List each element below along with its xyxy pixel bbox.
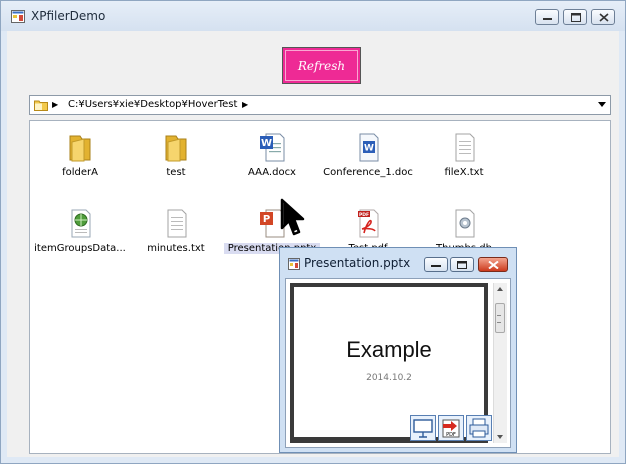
file-item-test[interactable]: test xyxy=(128,127,224,191)
maximize-icon xyxy=(571,13,581,22)
svg-text:P: P xyxy=(263,214,270,225)
file-name: Conference_1.doc xyxy=(323,167,413,178)
folder-icon xyxy=(165,135,187,162)
window-title: XPfilerDemo xyxy=(31,9,106,23)
scroll-up-icon[interactable] xyxy=(497,287,503,291)
preview-title: Presentation.pptx xyxy=(304,256,411,270)
slideshow-icon xyxy=(413,419,433,438)
export-pdf-icon: PDF xyxy=(442,419,460,438)
file-item-foldera[interactable]: folderA xyxy=(32,127,128,191)
database-file-icon xyxy=(455,209,475,238)
chevron-down-icon[interactable] xyxy=(598,102,606,107)
preview-close-button[interactable] xyxy=(478,257,508,272)
file-name: test xyxy=(166,167,186,178)
breadcrumb-arrow-icon[interactable]: ▶ xyxy=(242,100,248,109)
web-file-icon xyxy=(71,209,91,238)
preview-maximize-button[interactable] xyxy=(450,257,474,272)
file-name: folderA xyxy=(62,167,98,178)
print-icon xyxy=(469,418,489,438)
close-icon xyxy=(488,261,499,269)
word-document-icon: W xyxy=(359,133,379,162)
minimize-button[interactable] xyxy=(535,9,559,25)
scroll-down-icon[interactable] xyxy=(497,435,503,439)
app-window-icon xyxy=(11,10,25,23)
pdf-label: PDF xyxy=(446,432,456,438)
app-window-icon xyxy=(288,258,300,270)
slide-date: 2014.10.2 xyxy=(366,373,412,383)
file-name: itemGroupsData... xyxy=(34,243,126,254)
minimize-icon xyxy=(543,18,552,20)
close-icon xyxy=(599,13,609,22)
preview-minimize-button[interactable] xyxy=(424,257,448,272)
preview-scrollbar[interactable] xyxy=(493,283,507,443)
file-name: AAA.docx xyxy=(248,167,296,178)
file-item-filex-txt[interactable]: fileX.txt xyxy=(416,127,512,191)
folder-icon xyxy=(34,100,48,111)
breadcrumb-arrow-icon[interactable]: ▶ xyxy=(52,100,58,109)
pdf-icon: PDF xyxy=(358,209,379,238)
scroll-grip-icon xyxy=(497,315,501,323)
minimize-icon xyxy=(431,265,441,267)
folder-icon xyxy=(69,135,91,162)
address-bar[interactable]: ▶ C:¥Users¥xie¥Desktop¥HoverTest ▶ xyxy=(29,95,611,115)
text-file-icon xyxy=(167,209,187,238)
maximize-button[interactable] xyxy=(563,9,587,25)
refresh-button[interactable]: Refresh xyxy=(282,47,361,84)
title-bar[interactable]: XPfilerDemo xyxy=(1,1,625,31)
svg-text:PDF: PDF xyxy=(359,212,369,218)
slide-title: Example xyxy=(346,337,432,362)
file-item-minutes-txt[interactable]: minutes.txt xyxy=(128,203,224,267)
file-item-conference-doc[interactable]: W Conference_1.doc xyxy=(320,127,416,191)
svg-text:W: W xyxy=(261,138,272,149)
close-button[interactable] xyxy=(591,9,615,25)
mouse-pointer-icon xyxy=(280,198,305,236)
preview-content: Example 2014.10.2 PDF xyxy=(285,278,511,448)
main-window: XPfilerDemo Refresh ▶ C:¥Users¥xie¥Deskt… xyxy=(0,0,626,464)
svg-text:W: W xyxy=(364,144,374,154)
refresh-button-focus-border xyxy=(285,50,358,81)
print-button[interactable] xyxy=(466,415,492,441)
file-name: fileX.txt xyxy=(444,167,484,178)
file-name: minutes.txt xyxy=(147,243,205,254)
address-path[interactable]: C:¥Users¥xie¥Desktop¥HoverTest xyxy=(68,99,237,110)
slideshow-button[interactable] xyxy=(410,415,436,441)
file-item-aaa-docx[interactable]: W AAA.docx xyxy=(224,127,320,191)
export-pdf-button[interactable]: PDF xyxy=(438,415,464,441)
word-document-icon: W xyxy=(260,133,285,162)
text-file-icon xyxy=(455,133,475,162)
file-item-itemgroupsdata[interactable]: itemGroupsData... xyxy=(32,203,128,267)
maximize-icon xyxy=(457,261,467,269)
preview-window[interactable]: Presentation.pptx Example 2014.10.2 PDF xyxy=(279,247,517,453)
